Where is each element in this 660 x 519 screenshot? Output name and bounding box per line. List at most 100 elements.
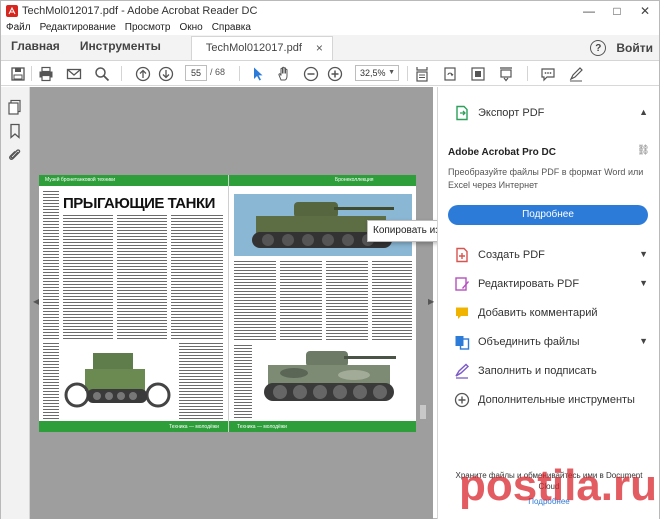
tab-tools[interactable]: Инструменты [70,34,171,60]
acrobat-window: TechMol012017.pdf - Adobe Acrobat Reader… [0,0,660,519]
chevron-down-icon[interactable]: ▼ [639,278,648,288]
tools-pane: Экспорт PDF ▲ ⛓ Adobe Acrobat Pro DC Пре… [437,87,659,519]
print-icon[interactable] [37,65,55,82]
page-up-icon[interactable] [134,65,152,82]
text-column [43,343,59,419]
svg-text:postila.ru: postila.ru [459,461,657,510]
export-pdf-icon [454,105,470,121]
menu-view[interactable]: Просмотр [125,22,171,33]
edit-pdf-icon [454,276,470,292]
tool-fill-sign[interactable]: Заполнить и подписать [438,357,660,385]
help-icon[interactable]: ? [590,40,607,56]
tank-camo-illustration [264,351,396,401]
scrollbar-thumb[interactable] [420,405,426,419]
page-divider [228,175,229,432]
zoom-select[interactable]: 32,5% ▼ [355,65,399,81]
menu-help[interactable]: Справка [212,22,251,33]
tab-home[interactable]: Главная [1,34,70,60]
title-bar: TechMol012017.pdf - Adobe Acrobat Reader… [1,1,659,20]
promo-description: Преобразуйте файлы PDF в формат Word или… [448,167,644,190]
menu-bar: Файл Редактирование Просмотр Окно Справк… [1,20,659,35]
export-pdf-label: Экспорт PDF [478,107,545,119]
page-number-input[interactable]: 55 [185,65,207,81]
promo-title: Adobe Acrobat Pro DC [448,147,556,158]
left-page-footer: Техника — молодёжи [169,424,219,430]
signin-button[interactable]: Войти [616,41,653,55]
tool-label: Создать PDF [478,249,545,261]
postila-watermark: postila.ru [459,461,657,510]
minimize-button[interactable]: — [575,1,603,20]
search-icon[interactable] [93,65,111,82]
acrobat-logo-icon [6,4,18,17]
fit-page-icon[interactable] [413,65,431,82]
learn-more-button[interactable]: Подробнее [448,205,648,225]
tool-label: Дополнительные инструменты [478,394,635,406]
chevron-down-icon: ▼ [388,69,395,76]
link-icon[interactable]: ⛓ [637,145,650,157]
page-thumbnails-icon[interactable] [7,99,23,115]
text-column [179,343,223,419]
right-page-header: Бронеколлекция [335,177,374,183]
attachment-icon[interactable] [7,147,23,163]
save-icon[interactable] [9,65,27,82]
page-down-icon[interactable] [157,65,175,82]
comment-icon [454,305,470,321]
hand-icon[interactable] [275,65,293,82]
comment-icon[interactable] [539,65,557,82]
tool-combine-files[interactable]: Объединить файлы ▼ [438,328,660,356]
tab-document[interactable]: TechMol012017.pdf × [190,36,333,60]
menu-file[interactable]: Файл [6,22,31,33]
chevron-down-icon[interactable]: ▼ [639,249,648,259]
full-screen-icon[interactable] [469,65,487,82]
text-column [171,215,223,339]
chevron-up-icon[interactable]: ▲ [639,107,648,117]
tool-add-comment[interactable]: Добавить комментарий [438,299,660,327]
scroll-mode-icon[interactable] [497,65,515,82]
article-title: ПРЫГАЮЩИЕ ТАНКИ [63,195,215,212]
right-page-footer: Техника — молодёжи [237,424,287,430]
zoom-value: 32,5% [360,68,386,78]
collapse-right-pane-icon[interactable]: ▶ [428,297,434,306]
tool-create-pdf[interactable]: Создать PDF ▼ [438,241,660,269]
left-nav-pane [1,87,30,519]
tool-label: Добавить комментарий [478,307,598,319]
zoom-in-icon[interactable] [326,65,344,82]
menu-window[interactable]: Окно [179,22,202,33]
text-column [234,261,276,341]
text-column [234,345,252,419]
maximize-button[interactable]: □ [603,1,631,20]
rotate-icon[interactable] [441,65,459,82]
text-column [43,191,59,339]
vertical-scrollbar[interactable] [419,91,427,517]
select-arrow-icon[interactable] [249,65,267,82]
menu-edit[interactable]: Редактирование [40,22,116,33]
pdf-page-spread[interactable]: Музей бронетанковой техники Бронеколлекц… [39,175,416,432]
sign-icon[interactable] [567,65,585,82]
close-tab-icon[interactable]: × [316,37,323,59]
more-tools-icon [454,392,470,408]
tab-bar: Главная Инструменты TechMol012017.pdf × … [1,35,659,61]
tool-label: Заполнить и подписать [478,365,597,377]
email-icon[interactable] [65,65,83,82]
document-tab-label: TechMol012017.pdf [205,42,302,54]
create-pdf-icon [454,247,470,263]
fill-sign-icon [454,363,470,379]
tool-edit-pdf[interactable]: Редактировать PDF ▼ [438,270,660,298]
tool-more-tools[interactable]: Дополнительные инструменты [438,386,660,414]
toolbar: 55 / 68 32,5% ▼ [1,61,659,86]
text-column [326,261,368,341]
window-title: TechMol012017.pdf - Adobe Acrobat Reader… [22,4,258,17]
chevron-down-icon[interactable]: ▼ [639,336,648,346]
text-column [117,215,167,339]
text-column [63,215,113,339]
bookmark-icon[interactable] [7,123,23,139]
combine-icon [454,334,470,350]
page-total: / 68 [210,67,226,77]
text-column [280,261,322,341]
tank-illustration [64,353,171,408]
zoom-out-icon[interactable] [302,65,320,82]
close-window-button[interactable]: ✕ [631,1,659,20]
tool-label: Объединить файлы [478,336,580,348]
export-pdf-item[interactable]: Экспорт PDF ▲ [438,99,660,127]
text-column [372,261,412,341]
